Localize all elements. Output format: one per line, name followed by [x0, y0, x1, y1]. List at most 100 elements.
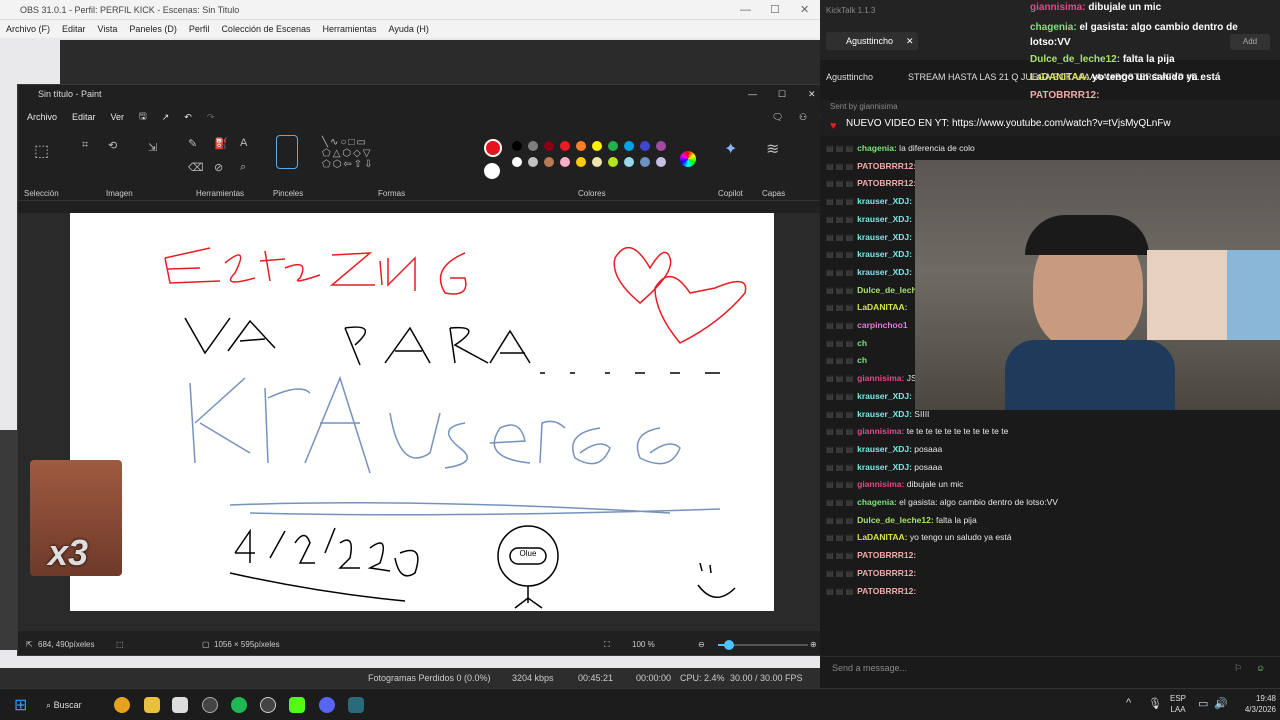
- chat-username[interactable]: krauser_XDJ:: [857, 444, 912, 454]
- mod-actions-icon[interactable]: ▤ ▤ ▤: [826, 480, 853, 489]
- zoom-slider[interactable]: [718, 640, 808, 650]
- close-tab-icon[interactable]: ✕: [906, 32, 914, 50]
- chat-username[interactable]: krauser_XDJ:: [857, 267, 912, 277]
- chat-username[interactable]: krauser_XDJ:: [857, 409, 912, 419]
- mod-actions-icon[interactable]: ▤ ▤ ▤: [826, 162, 853, 171]
- mod-actions-icon[interactable]: ▤ ▤ ▤: [826, 286, 853, 295]
- palette-swatch[interactable]: [576, 157, 586, 167]
- chat-username[interactable]: chagenia:: [857, 497, 897, 507]
- palette-swatch[interactable]: [512, 157, 522, 167]
- mod-actions-icon[interactable]: ▤ ▤ ▤: [826, 374, 853, 383]
- palette-swatch[interactable]: [608, 157, 618, 167]
- chat-input-bar[interactable]: Send a message... ⚐ ☺: [820, 656, 1280, 678]
- obs-menu-vista[interactable]: Vista: [98, 20, 118, 38]
- account-icon[interactable]: ⚇: [799, 112, 807, 123]
- obs-menu-herramientas[interactable]: Herramientas: [323, 20, 377, 38]
- color-picker-icon[interactable]: ⊘: [214, 161, 223, 174]
- chat-username[interactable]: PATOBRRR12:: [857, 178, 916, 188]
- chatgpt-icon[interactable]: [202, 697, 218, 713]
- volume-icon[interactable]: 🔊: [1214, 697, 1228, 710]
- redo-icon[interactable]: ↷: [207, 112, 215, 123]
- mod-actions-icon[interactable]: ▤ ▤ ▤: [826, 445, 853, 454]
- pencil-icon[interactable]: ✎: [188, 137, 197, 150]
- windows-start-icon[interactable]: ⊞: [14, 695, 27, 715]
- chrome-icon[interactable]: [114, 697, 130, 713]
- chat-username[interactable]: krauser_XDJ:: [857, 214, 912, 224]
- rotate-icon[interactable]: ⟲: [108, 139, 117, 152]
- color2-swatch[interactable]: [484, 163, 500, 179]
- kicktalk-icon[interactable]: [348, 697, 364, 713]
- palette-swatch[interactable]: [656, 157, 666, 167]
- obs-menu-escenas[interactable]: Colección de Escenas: [221, 20, 310, 38]
- chat-username[interactable]: ch: [857, 338, 867, 348]
- layers-icon[interactable]: ≋: [766, 139, 779, 159]
- mod-actions-icon[interactable]: ▤ ▤ ▤: [826, 551, 853, 560]
- crop-icon[interactable]: ⌗: [82, 139, 88, 152]
- share-icon[interactable]: ↗: [162, 112, 170, 123]
- pinned-text[interactable]: NUEVO VIDEO EN YT: https://www.youtube.c…: [846, 118, 1246, 129]
- paint-app-icon[interactable]: [172, 697, 188, 713]
- drawing-canvas[interactable]: Olue: [70, 213, 774, 611]
- menu-archivo[interactable]: Archivo: [27, 112, 57, 122]
- mod-actions-icon[interactable]: ▤ ▤ ▤: [826, 179, 853, 188]
- discord-icon[interactable]: [319, 697, 335, 713]
- maximize-icon[interactable]: ☐: [778, 85, 786, 103]
- close-icon[interactable]: ✕: [800, 0, 809, 20]
- palette-swatch[interactable]: [656, 141, 666, 151]
- undo-icon[interactable]: ↶: [184, 112, 192, 123]
- palette-swatch[interactable]: [624, 157, 634, 167]
- palette-swatch[interactable]: [560, 141, 570, 151]
- chat-username[interactable]: carpinchoo1: [857, 320, 908, 330]
- keyboard-language[interactable]: ESP LAA: [1170, 693, 1186, 715]
- mod-actions-icon[interactable]: ▤ ▤ ▤: [826, 144, 853, 153]
- kick-icon[interactable]: [289, 697, 305, 713]
- edit-colors-icon[interactable]: [680, 151, 696, 167]
- network-icon[interactable]: ▭: [1198, 697, 1208, 710]
- tray-chevron-icon[interactable]: ^: [1126, 697, 1131, 709]
- mic-icon[interactable]: 🎙: [1148, 697, 1162, 710]
- clock[interactable]: 19:48 4/3/2026: [1228, 693, 1276, 715]
- obs-menu-archivo[interactable]: Archivo (F): [6, 20, 50, 38]
- minimize-icon[interactable]: —: [740, 0, 751, 20]
- chat-username[interactable]: giannisima:: [857, 373, 904, 383]
- palette-swatch[interactable]: [576, 141, 586, 151]
- file-explorer-icon[interactable]: [144, 697, 160, 713]
- palette-swatch[interactable]: [544, 141, 554, 151]
- maximize-icon[interactable]: ☐: [770, 0, 780, 20]
- palette-swatch[interactable]: [544, 157, 554, 167]
- palette-swatch[interactable]: [640, 141, 650, 151]
- brush-button[interactable]: [276, 135, 298, 169]
- mod-actions-icon[interactable]: ▤ ▤ ▤: [826, 215, 853, 224]
- zoom-in-icon[interactable]: ⊕: [810, 635, 817, 655]
- zoom-out-icon[interactable]: ⊖: [698, 635, 705, 655]
- chat-tab[interactable]: Agusttincho ✕: [826, 32, 918, 50]
- mod-actions-icon[interactable]: ▤ ▤ ▤: [826, 516, 853, 525]
- mod-actions-icon[interactable]: ▤ ▤ ▤: [826, 233, 853, 242]
- menu-ver[interactable]: Ver: [111, 112, 125, 122]
- color1-swatch[interactable]: [484, 139, 502, 157]
- chat-username[interactable]: krauser_XDJ:: [857, 391, 912, 401]
- palette-swatch[interactable]: [512, 141, 522, 151]
- mod-actions-icon[interactable]: ▤ ▤ ▤: [826, 339, 853, 348]
- mod-actions-icon[interactable]: ▤ ▤ ▤: [826, 356, 853, 365]
- obs-menu-ayuda[interactable]: Ayuda (H): [389, 20, 429, 38]
- minimize-icon[interactable]: —: [748, 85, 757, 103]
- emote-picker-icon[interactable]: ⚐: [1234, 657, 1242, 679]
- mod-actions-icon[interactable]: ▤ ▤ ▤: [826, 569, 853, 578]
- selection-icon[interactable]: ⬚: [34, 141, 49, 161]
- close-icon[interactable]: ✕: [808, 85, 816, 103]
- eraser-icon[interactable]: ⌫: [188, 161, 204, 174]
- palette-swatch[interactable]: [592, 141, 602, 151]
- mod-actions-icon[interactable]: ▤ ▤ ▤: [826, 392, 853, 401]
- palette-swatch[interactable]: [528, 157, 538, 167]
- chat-username[interactable]: PATOBRRR12:: [857, 161, 916, 171]
- zoom-level[interactable]: 100 %: [632, 635, 655, 655]
- chat-username[interactable]: krauser_XDJ:: [857, 196, 912, 206]
- copilot-icon[interactable]: ✦: [724, 139, 737, 159]
- chat-username[interactable]: LaDANITAA:: [857, 302, 907, 312]
- mod-actions-icon[interactable]: ▤ ▤ ▤: [826, 463, 853, 472]
- palette-swatch[interactable]: [560, 157, 570, 167]
- obs-icon[interactable]: [260, 697, 276, 713]
- mod-actions-icon[interactable]: ▤ ▤ ▤: [826, 268, 853, 277]
- mod-actions-icon[interactable]: ▤ ▤ ▤: [826, 250, 853, 259]
